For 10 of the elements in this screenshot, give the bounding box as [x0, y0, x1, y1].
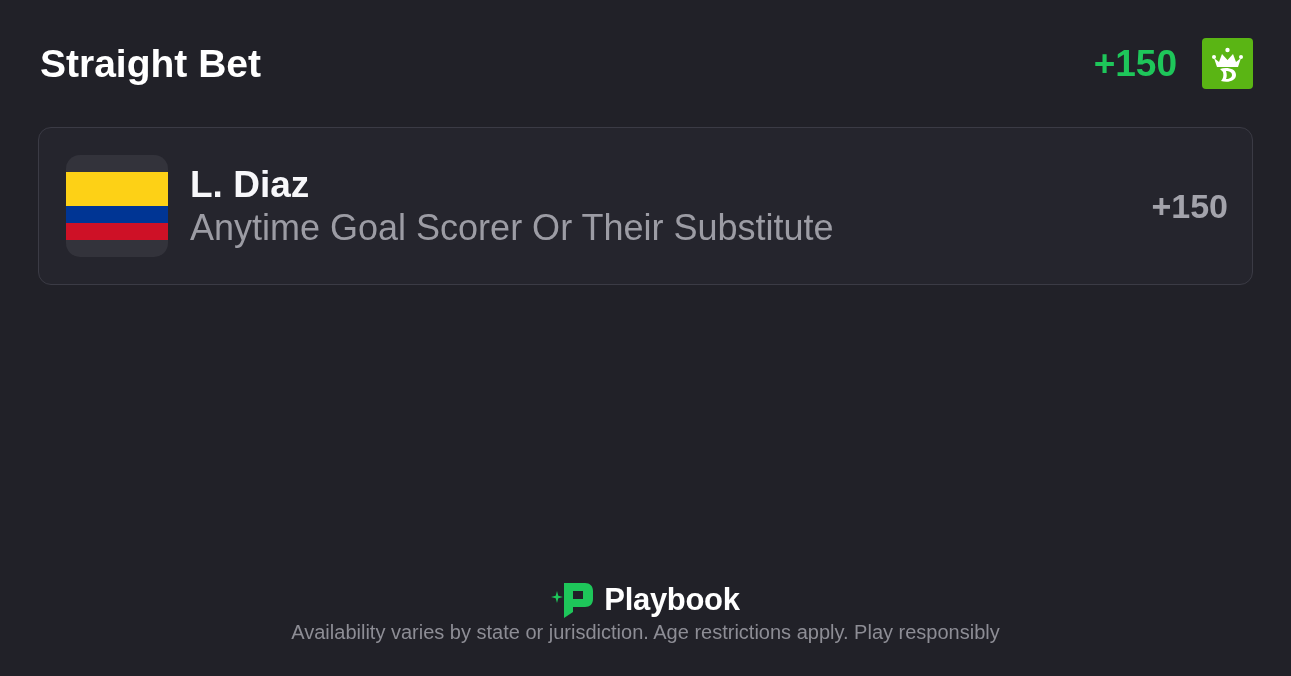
market-name: Anytime Goal Scorer Or Their Substitute	[190, 207, 835, 248]
brand-name: Playbook	[604, 583, 740, 618]
page-title: Straight Bet	[40, 44, 261, 83]
sparkle-logo-icon	[551, 583, 595, 618]
disclaimer-text: Availability varies by state or jurisdiction. Age restrictions apply. Play responsibly	[291, 620, 1000, 644]
total-odds: +150	[1093, 45, 1177, 82]
player-name: L. Diaz	[190, 164, 311, 206]
selection-odds: +150	[1151, 189, 1228, 223]
flag-icon	[66, 155, 168, 257]
crown-logo-icon	[1202, 38, 1253, 89]
